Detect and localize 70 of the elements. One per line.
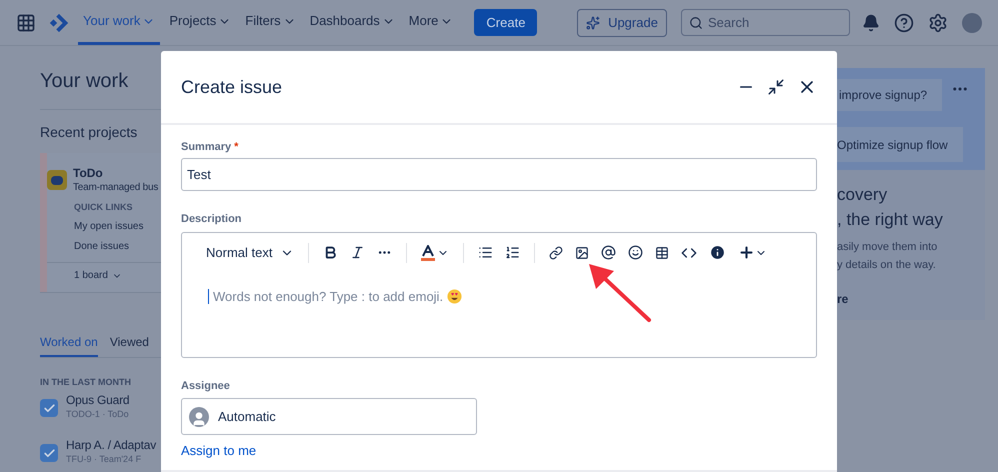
- info-icon: [709, 244, 726, 261]
- page-title: Your work: [40, 69, 130, 94]
- quick-link[interactable]: My open issues: [74, 220, 161, 233]
- nav-tab[interactable]: Your work: [78, 0, 160, 45]
- create-button[interactable]: Create: [474, 9, 538, 36]
- section-heading: Recent projects: [40, 123, 138, 141]
- sparkle-icon: [586, 16, 600, 30]
- issue-checkbox[interactable]: [40, 444, 58, 462]
- field-label: Description: [181, 212, 243, 227]
- assignee-value: Automatic: [218, 408, 276, 426]
- italic-icon: [350, 245, 366, 260]
- nav-tab[interactable]: Filters: [240, 0, 301, 45]
- promo-text: asily move them into: [837, 240, 938, 255]
- required-marker: *: [234, 140, 238, 154]
- check-icon: [42, 402, 56, 414]
- nav-tab[interactable]: Projects: [164, 0, 236, 45]
- numbered-list-icon: [505, 245, 520, 260]
- at-sign-icon: [601, 245, 616, 260]
- project-type: Team-managed bus: [73, 181, 158, 194]
- issue-checkbox[interactable]: [40, 399, 58, 417]
- assignee-field[interactable]: Automatic: [181, 398, 477, 435]
- heart-eyes-emoji-icon: [447, 288, 462, 304]
- nav-tab[interactable]: More: [404, 0, 458, 45]
- summary-field[interactable]: Test: [181, 158, 817, 191]
- bell-icon[interactable]: [862, 14, 880, 32]
- issue-title[interactable]: Opus Guard: [66, 393, 130, 408]
- assign-to-me-link[interactable]: Assign to me: [181, 441, 256, 460]
- promo-heading: , the right way: [837, 209, 944, 231]
- help-icon[interactable]: [894, 12, 914, 32]
- section-label: IN THE LAST MONTH: [40, 376, 132, 388]
- project-icon: [47, 170, 67, 190]
- field-label: Assignee: [181, 378, 231, 394]
- dialog-title: Create issue: [181, 76, 282, 98]
- nav-tab[interactable]: Dashboards: [304, 0, 400, 45]
- promo-heading: covery: [837, 184, 888, 206]
- issue-meta: TODO-1 · ToDo: [66, 408, 130, 420]
- image-icon: [575, 246, 590, 260]
- search-field[interactable]: Search: [681, 9, 850, 36]
- issue-title[interactable]: Harp A. / Adaptav: [66, 438, 156, 453]
- search-icon: [689, 16, 703, 30]
- issue-meta: TFU-9 · Team'24 F: [66, 453, 142, 465]
- description-editor[interactable]: Normal text Words not enough? Type : to add emoji.: [181, 232, 817, 358]
- editor-placeholder: Words not enough? Type : to add emoji.: [213, 288, 444, 306]
- text-color-icon: [421, 244, 436, 260]
- settings-icon[interactable]: [928, 12, 948, 32]
- user-icon: [189, 406, 209, 426]
- quick-link[interactable]: Done issues: [74, 240, 161, 253]
- promo-text: y details on the way.: [837, 258, 937, 273]
- text-style-dropdown[interactable]: Normal text: [200, 242, 300, 262]
- check-icon: [42, 446, 56, 460]
- quick-links-heading: QUICK LINKS: [74, 201, 134, 213]
- bold-icon: [323, 245, 338, 260]
- promo-link[interactable]: re: [837, 290, 985, 308]
- project-name[interactable]: ToDo: [73, 166, 158, 181]
- tab[interactable]: Worked on: [40, 333, 98, 357]
- plus-icon: [738, 244, 756, 261]
- table-icon: [655, 246, 670, 260]
- suggestion-chip[interactable]: Optimize signup flow: [837, 127, 963, 162]
- bullet-list-icon: [478, 245, 494, 260]
- arrow-annotation: [587, 263, 653, 323]
- field-label: Summary: [181, 140, 232, 154]
- tab[interactable]: Viewed: [110, 333, 149, 357]
- smiley-icon: [628, 245, 644, 260]
- collapse-icon[interactable]: [767, 78, 785, 96]
- logo-icon[interactable]: [48, 12, 70, 34]
- board-dropdown[interactable]: 1 board: [74, 268, 122, 283]
- suggestion-chip[interactable]: improve signup?: [837, 79, 942, 111]
- app-switcher-icon[interactable]: [16, 12, 36, 32]
- link-icon: [549, 246, 564, 260]
- upgrade-button[interactable]: Upgrade: [577, 8, 667, 36]
